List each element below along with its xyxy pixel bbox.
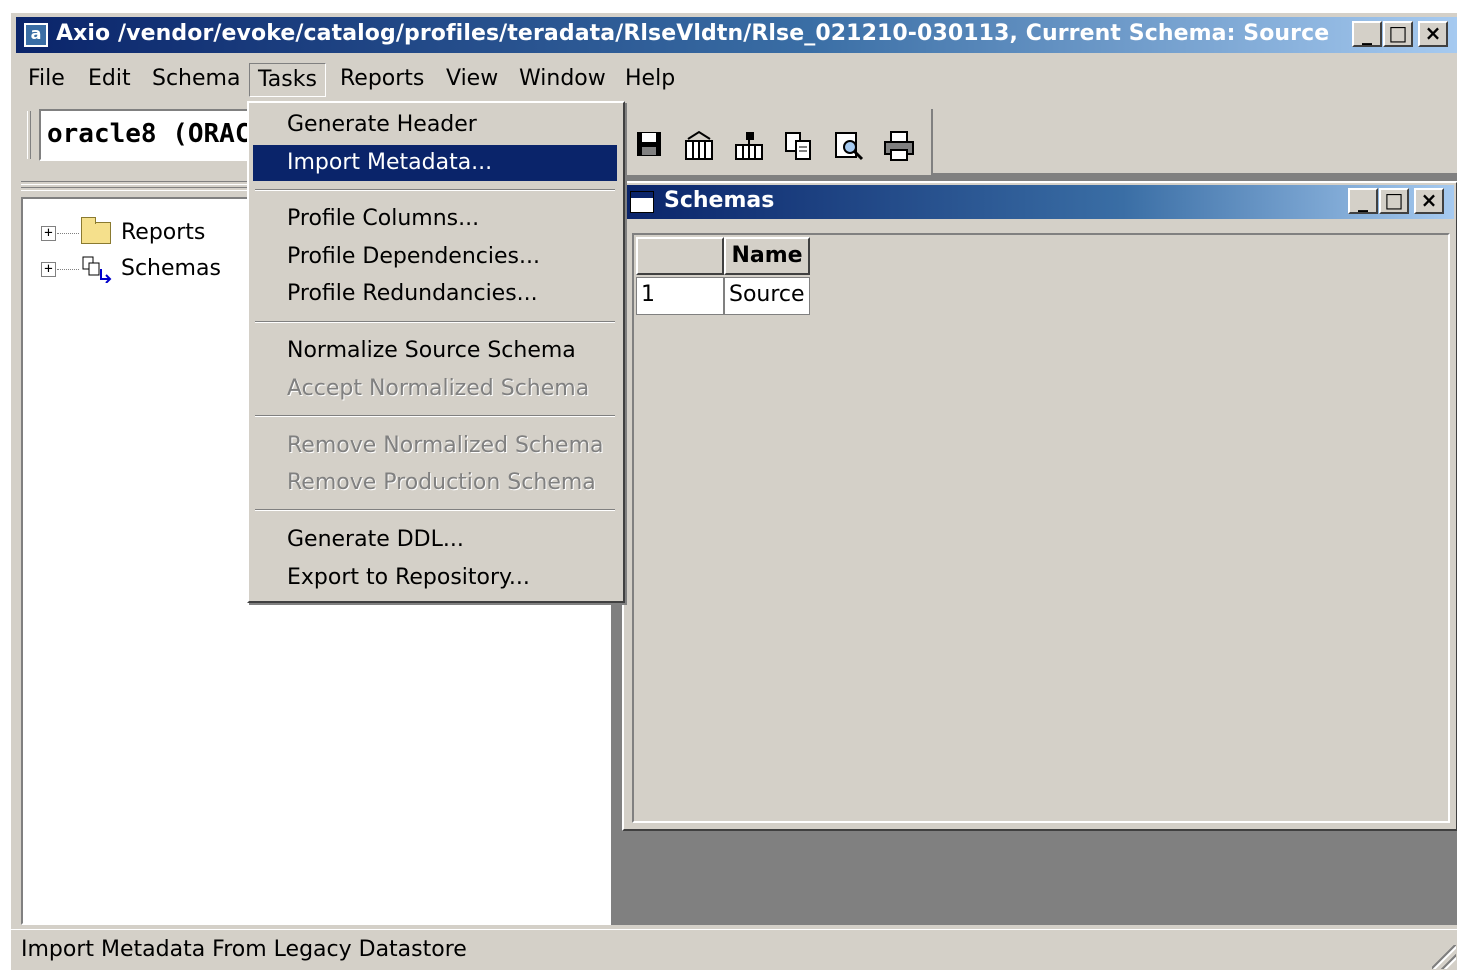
window-icon xyxy=(630,191,654,213)
schema-icon xyxy=(82,256,112,283)
menu-view[interactable]: View xyxy=(438,63,506,97)
tree-item-label: Reports xyxy=(121,220,206,245)
title-bar[interactable]: a Axio /vendor/evoke/catalog/profiles/te… xyxy=(16,17,1457,53)
print-icon[interactable] xyxy=(881,129,917,165)
menu-separator xyxy=(255,509,615,511)
inspect-icon[interactable] xyxy=(831,129,867,165)
toolbar-grip[interactable] xyxy=(27,111,31,159)
schemas-grid[interactable]: Name 1 Source xyxy=(632,233,1450,823)
main-toolbar xyxy=(623,109,933,175)
menu-tasks[interactable]: Tasks xyxy=(249,63,326,97)
menu-item-profile-redundancies[interactable]: Profile Redundancies... xyxy=(253,276,617,312)
tree-connector xyxy=(57,233,79,234)
grid-corner-header[interactable] xyxy=(636,237,724,275)
menu-item-export-to-repository[interactable]: Export to Repository... xyxy=(253,560,617,596)
save-icon[interactable] xyxy=(631,129,667,165)
tasks-menu-dropdown: Generate Header Import Metadata... Profi… xyxy=(247,101,625,603)
menu-item-normalize-source-schema[interactable]: Normalize Source Schema xyxy=(253,333,617,369)
status-text: Import Metadata From Legacy Datastore xyxy=(21,937,467,962)
menu-item-accept-normalized-schema: Accept Normalized Schema xyxy=(287,376,590,401)
menu-item-remove-normalized-schema: Remove Normalized Schema xyxy=(287,433,604,458)
menu-bar: File Edit Schema Tasks Reports View Wind… xyxy=(16,59,1416,99)
menu-item-profile-dependencies[interactable]: Profile Dependencies... xyxy=(253,239,617,275)
columns-icon[interactable] xyxy=(681,129,717,165)
menu-item-generate-ddl[interactable]: Generate DDL... xyxy=(253,522,617,558)
child-maximize-button[interactable]: □ xyxy=(1379,188,1409,214)
copy-icon[interactable] xyxy=(781,129,817,165)
schemas-window-title: Schemas xyxy=(664,188,775,213)
close-button[interactable]: × xyxy=(1418,21,1448,47)
child-minimize-button[interactable]: _ xyxy=(1348,188,1378,214)
menu-separator xyxy=(255,415,615,417)
folder-icon xyxy=(81,217,111,244)
menu-file[interactable]: File xyxy=(20,63,73,97)
minimize-button[interactable]: _ xyxy=(1352,21,1382,47)
menu-separator xyxy=(255,189,615,191)
application-window: a Axio /vendor/evoke/catalog/profiles/te… xyxy=(10,12,1457,970)
menu-reports[interactable]: Reports xyxy=(332,63,432,97)
menu-separator xyxy=(255,321,615,323)
schemas-title-bar[interactable]: Schemas _ □ × xyxy=(626,185,1454,219)
menu-item-import-metadata[interactable]: Import Metadata... xyxy=(253,145,617,181)
app-icon: a xyxy=(24,23,48,47)
grid-row-index[interactable]: 1 xyxy=(636,277,724,315)
dependencies-icon[interactable] xyxy=(731,129,767,165)
tree-item-label: Schemas xyxy=(121,256,221,281)
status-bar: Import Metadata From Legacy Datastore xyxy=(11,929,1457,970)
datasource-combo[interactable]: oracle8 (ORACLE) xyxy=(39,109,269,161)
window-title: Axio /vendor/evoke/catalog/profiles/tera… xyxy=(56,21,1330,46)
menu-edit[interactable]: Edit xyxy=(80,63,139,97)
maximize-button[interactable]: □ xyxy=(1383,21,1413,47)
menu-schema[interactable]: Schema xyxy=(144,63,248,97)
menu-item-generate-header[interactable]: Generate Header xyxy=(253,107,617,143)
resize-grip-icon[interactable] xyxy=(1432,945,1456,969)
menu-item-remove-production-schema: Remove Production Schema xyxy=(287,470,596,495)
child-close-button[interactable]: × xyxy=(1414,188,1444,214)
grid-cell-name[interactable]: Source xyxy=(724,277,810,315)
grid-column-header[interactable]: Name xyxy=(724,237,810,275)
menu-window[interactable]: Window xyxy=(511,63,614,97)
menu-help[interactable]: Help xyxy=(617,63,683,97)
menu-item-profile-columns[interactable]: Profile Columns... xyxy=(253,201,617,237)
tree-connector xyxy=(57,269,79,270)
schemas-window[interactable]: Schemas _ □ × Name 1 Source xyxy=(622,181,1457,831)
expand-icon[interactable]: + xyxy=(41,262,56,277)
expand-icon[interactable]: + xyxy=(41,226,56,241)
